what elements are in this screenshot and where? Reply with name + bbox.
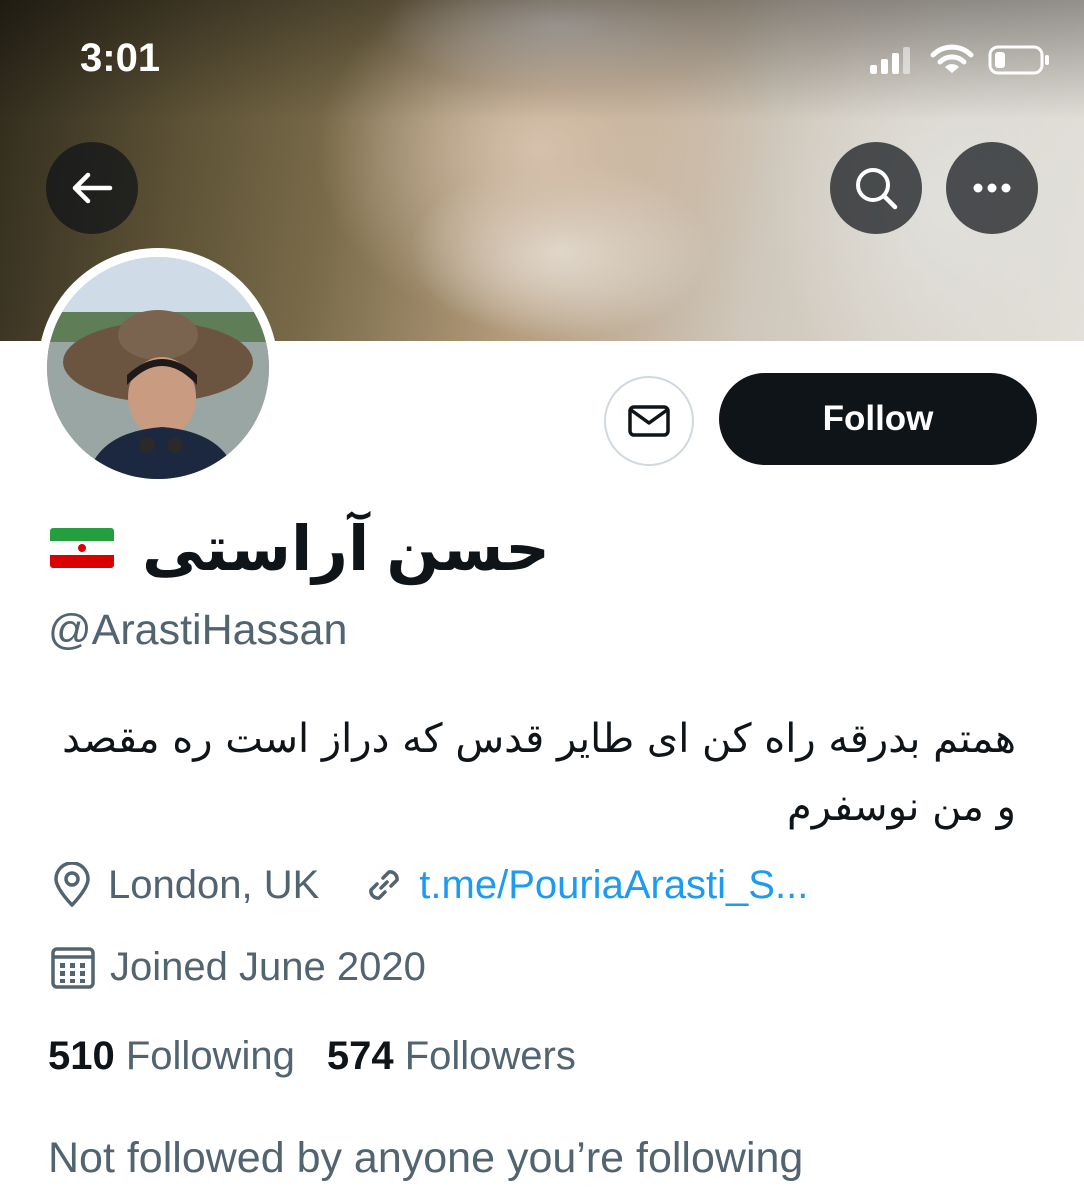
iran-flag-icon <box>50 528 114 568</box>
link-icon <box>363 864 405 906</box>
follow-stats: 510 Following 574 Followers <box>48 1034 576 1079</box>
arrow-left-icon <box>72 172 113 204</box>
message-button[interactable] <box>604 376 694 466</box>
avatar-illustration <box>47 257 269 479</box>
location-pin-icon <box>50 862 94 908</box>
profile-bio: همتم بدرقه راه کن ای طایر قدس که دراز اس… <box>62 716 1016 830</box>
profile-handle: @ArastiHassan <box>48 606 348 654</box>
joined-row: Joined June 2020 <box>50 944 426 990</box>
more-button[interactable] <box>946 142 1038 234</box>
envelope-icon <box>628 405 670 437</box>
name-row: حسن آراستی <box>50 508 550 588</box>
location-text: London, UK <box>108 862 320 907</box>
followers-stat[interactable]: 574 Followers <box>327 1034 576 1079</box>
back-button[interactable] <box>46 142 138 234</box>
search-icon <box>856 168 898 210</box>
followers-label: Followers <box>404 1034 576 1078</box>
status-time: 3:01 <box>80 36 161 80</box>
battery-icon <box>988 45 1049 75</box>
status-icons <box>868 40 1050 80</box>
location-link-row: London, UK t.me/PouriaArasti_S... <box>50 862 808 908</box>
signal-icon <box>870 47 910 74</box>
following-label: Following <box>125 1034 295 1078</box>
follow-button[interactable]: Follow <box>719 373 1037 465</box>
following-count: 510 <box>48 1034 126 1078</box>
joined-date: Joined June 2020 <box>110 944 426 989</box>
search-button[interactable] <box>830 142 922 234</box>
more-horizontal-icon <box>973 183 1011 193</box>
display-name: حسن آراستی <box>142 514 550 584</box>
calendar-icon <box>50 944 96 990</box>
profile-avatar[interactable] <box>38 248 278 488</box>
avatar-photo <box>47 257 269 479</box>
followers-count: 574 <box>326 1034 405 1078</box>
mutual-followers-text: Not followed by anyone you’re following <box>48 1134 804 1182</box>
wifi-icon <box>930 44 974 73</box>
profile-link[interactable]: t.me/PouriaArasti_S... <box>419 863 808 908</box>
following-stat[interactable]: 510 Following <box>48 1034 295 1079</box>
